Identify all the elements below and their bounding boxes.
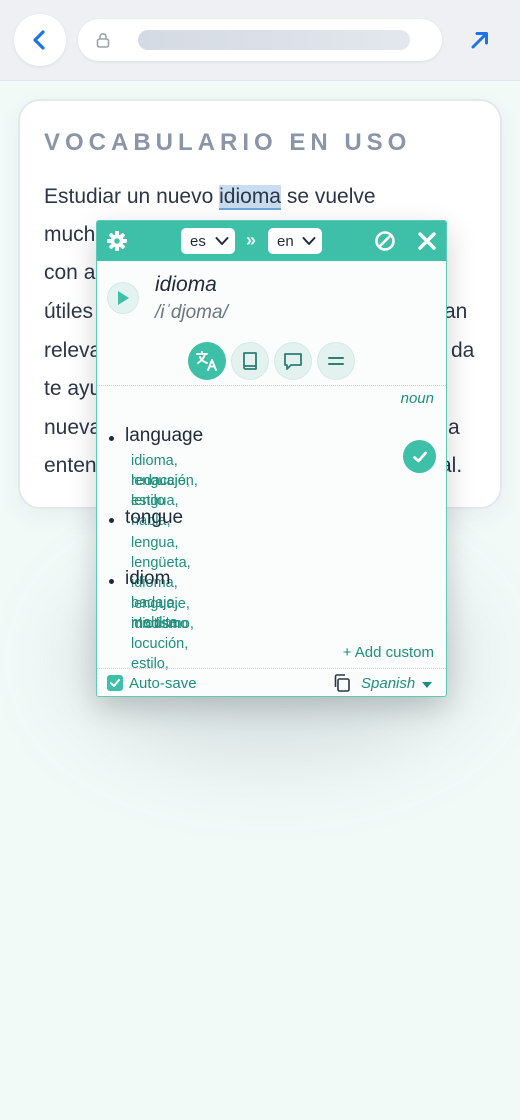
divider <box>97 385 446 386</box>
bullet <box>109 579 114 584</box>
line-text: se vuelve <box>281 185 376 208</box>
arrow-up-right-icon <box>471 32 488 49</box>
source-language-select[interactable]: es <box>181 228 235 254</box>
paragraph-line: útiles <box>44 300 94 323</box>
chevron-left-icon <box>33 30 45 50</box>
paragraph-line: nueva <box>44 416 102 439</box>
browser-toolbar <box>0 0 520 81</box>
target-language-select[interactable]: en <box>268 228 322 254</box>
selected-word[interactable]: idioma <box>219 185 281 210</box>
paragraph-line: con a <box>44 261 96 284</box>
gear-icon[interactable] <box>106 230 128 252</box>
popup-footer: Auto-save Spanish <box>97 668 446 696</box>
block-icon[interactable] <box>374 230 396 252</box>
translate-icon <box>196 351 217 371</box>
paragraph-line-end: an <box>444 300 468 323</box>
paragraph-line-end: a <box>448 416 460 439</box>
check-icon <box>412 451 427 462</box>
article-title: VOCABULARIO EN USO <box>44 129 412 156</box>
chevron-down-icon <box>302 237 316 245</box>
play-pronunciation-button[interactable] <box>107 282 139 314</box>
part-of-speech: noun <box>400 390 434 407</box>
synonyms-line: idiotismo <box>131 616 189 632</box>
tab-synonyms[interactable] <box>317 342 355 380</box>
paragraph-line: te ayu <box>44 377 102 400</box>
phonetic-text: /iˈdjoma/ <box>155 302 228 323</box>
paragraph-line: releva <box>44 339 102 362</box>
autosave-label[interactable]: Auto-save <box>129 675 197 692</box>
close-icon[interactable] <box>416 230 438 252</box>
paragraph-line-end: da <box>451 339 475 362</box>
bullet <box>109 436 114 441</box>
word-text: idioma <box>155 273 217 296</box>
open-in-browser-button[interactable] <box>462 22 498 58</box>
synonyms-line: redacción, estilo <box>131 473 198 509</box>
tab-dictionary[interactable] <box>231 342 269 380</box>
output-language-select[interactable]: Spanish <box>361 675 415 692</box>
target-language-value: en <box>277 232 294 250</box>
swap-languages-button[interactable]: » <box>246 230 256 251</box>
paragraph-line: enten <box>44 454 97 477</box>
bullet <box>109 518 114 523</box>
url-bar[interactable] <box>78 19 442 61</box>
autosave-checkbox[interactable] <box>107 675 123 691</box>
check-icon <box>110 679 120 687</box>
line-text: Estudiar un nuevo <box>44 185 220 208</box>
equals-icon <box>328 357 344 365</box>
speech-bubble-icon <box>284 353 302 370</box>
source-language-value: es <box>190 232 206 250</box>
book-icon <box>243 352 257 370</box>
translation-popup: es » en idioma /iˈdjoma/ noun language i… <box>96 220 447 697</box>
copy-icon[interactable] <box>332 673 352 693</box>
chevron-down-icon <box>215 237 229 245</box>
caret-down-icon[interactable] <box>422 682 432 688</box>
definition-term: tongue <box>125 507 184 528</box>
synonyms-line: lenguaje, modismo, locución, estilo, <box>131 596 194 672</box>
paragraph-line: Estudiar un nuevo idioma se vuelve <box>44 185 376 210</box>
back-button[interactable] <box>14 14 66 66</box>
popup-header: es » en <box>97 221 446 261</box>
paragraph-line: much <box>44 223 96 246</box>
add-custom-link[interactable]: + Add custom <box>343 644 434 661</box>
saved-check-button[interactable] <box>403 440 436 473</box>
definition-term: language <box>125 425 204 446</box>
lock-icon <box>96 33 110 48</box>
url-text-placeholder <box>138 30 410 50</box>
definition-term: idiom <box>125 568 171 589</box>
play-icon <box>118 291 129 305</box>
tab-examples[interactable] <box>274 342 312 380</box>
tab-translate[interactable] <box>188 342 226 380</box>
